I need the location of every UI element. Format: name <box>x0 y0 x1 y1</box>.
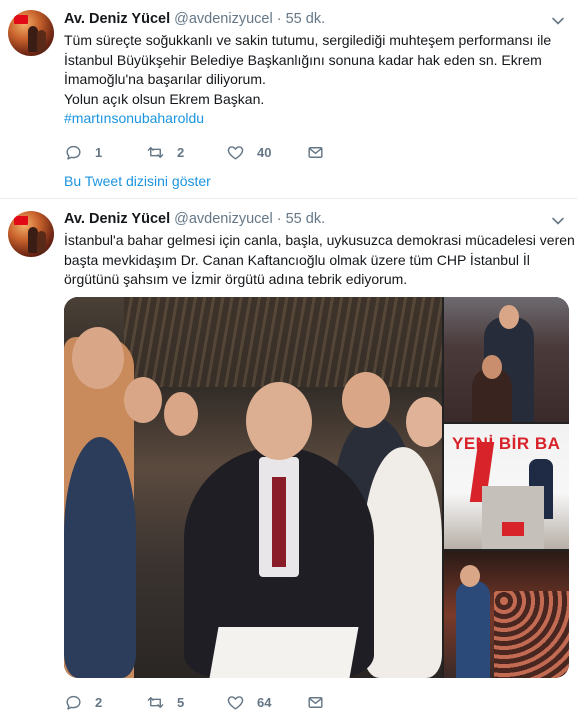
like-count: 64 <box>257 694 272 710</box>
heart-icon <box>227 145 244 160</box>
tweet-header: Av. Deniz Yücel @avdenizyucel · 55 dk. <box>64 11 325 27</box>
separator: · <box>276 211 282 227</box>
envelope-icon <box>308 146 323 158</box>
direct-message-button[interactable] <box>306 692 337 712</box>
retweet-icon <box>147 146 164 158</box>
chevron-down-icon[interactable] <box>551 214 565 228</box>
tweet-header: Av. Deniz Yücel @avdenizyucel · 55 dk. <box>64 211 325 227</box>
face <box>72 327 124 389</box>
like-button[interactable]: 64 <box>226 692 271 712</box>
face <box>342 372 390 428</box>
reply-count: 2 <box>95 694 103 710</box>
reply-button[interactable]: 2 <box>64 692 102 712</box>
tweet[interactable]: Av. Deniz Yücel @avdenizyucel · 55 dk. T… <box>0 0 577 199</box>
tweet-text-line: İstanbul Büyükşehir Belediye Başkanlığın… <box>64 51 542 68</box>
author-handle[interactable]: @avdenizyucel <box>174 211 273 227</box>
retweet-count: 2 <box>177 144 185 160</box>
retweet-icon <box>147 696 164 708</box>
banner-text: YENİ BİR BA <box>452 434 561 453</box>
tweet-text-line: İstanbul'a bahar gelmesi için canla, baş… <box>64 232 575 248</box>
direct-message-button[interactable] <box>306 142 337 162</box>
avatar-figure <box>37 231 46 253</box>
author-name[interactable]: Av. Deniz Yücel <box>64 11 170 27</box>
reply-icon <box>66 145 81 160</box>
face <box>124 377 162 423</box>
photo-group[interactable] <box>444 297 569 422</box>
separator: · <box>276 11 282 27</box>
face <box>246 382 312 460</box>
heart-icon <box>227 695 244 710</box>
reply-count: 1 <box>95 144 103 160</box>
podium <box>482 486 544 549</box>
hashtag-link[interactable]: #martınsonubaharoldu <box>64 109 564 129</box>
person-silhouette <box>364 447 442 678</box>
tweet-text-line: örgütünü şahsım ve İzmir örgütü adına te… <box>64 271 408 287</box>
ceiling-lights <box>124 297 442 387</box>
face <box>482 355 502 379</box>
retweet-button[interactable]: 5 <box>146 692 184 712</box>
tweet-text-line: başta mevkidaşım Dr. Canan Kaftancıoğlu … <box>64 251 530 268</box>
photo-signing[interactable] <box>64 297 442 678</box>
tweet-text-line: Yolun açık olsun Ekrem Başkan. <box>64 90 265 107</box>
retweet-count: 5 <box>177 694 185 710</box>
photo-grid[interactable]: YENİ BİR BA <box>64 297 569 678</box>
photo-podium[interactable]: YENİ BİR BA <box>444 424 569 549</box>
author-handle[interactable]: @avdenizyucel <box>174 11 273 27</box>
like-button[interactable]: 40 <box>226 142 271 162</box>
show-thread-link[interactable]: Bu Tweet dizisini göster <box>64 173 211 189</box>
tweet-text: Tüm süreçte soğukkanlı ve sakin tutumu, … <box>64 31 564 129</box>
crowd <box>494 591 569 678</box>
face <box>499 305 519 329</box>
tweet-actions: 2 5 64 <box>64 692 364 712</box>
person-silhouette <box>456 581 490 678</box>
avatar-figure <box>37 30 46 52</box>
avatar[interactable] <box>8 10 54 56</box>
tweet-actions: 1 2 40 <box>64 142 364 162</box>
author-name[interactable]: Av. Deniz Yücel <box>64 211 170 227</box>
timestamp[interactable]: 55 dk. <box>286 11 326 27</box>
face <box>406 397 442 447</box>
timestamp[interactable]: 55 dk. <box>286 211 326 227</box>
avatar[interactable] <box>8 211 54 257</box>
face <box>164 392 198 436</box>
chevron-down-icon[interactable] <box>551 14 565 28</box>
reply-button[interactable]: 1 <box>64 142 102 162</box>
chp-logo-icon <box>502 522 524 536</box>
document <box>209 627 359 678</box>
tweet-text-line: Tüm süreçte soğukkanlı ve sakin tutumu, … <box>64 32 552 48</box>
tweet-text: İstanbul'a bahar gelmesi için canla, baş… <box>64 231 575 290</box>
retweet-button[interactable]: 2 <box>146 142 184 162</box>
like-count: 40 <box>257 144 272 160</box>
envelope-icon <box>308 696 323 708</box>
flag-icon <box>14 216 28 225</box>
person-silhouette <box>64 437 136 678</box>
tweet-text-line: İmamoğlu'na başarılar diliyorum. <box>64 71 266 87</box>
tie <box>272 477 286 567</box>
tweet[interactable]: Av. Deniz Yücel @avdenizyucel · 55 dk. İ… <box>0 200 577 725</box>
flag-icon <box>14 15 28 24</box>
photo-speech[interactable] <box>444 551 569 678</box>
face <box>460 565 480 587</box>
reply-icon <box>66 695 81 710</box>
